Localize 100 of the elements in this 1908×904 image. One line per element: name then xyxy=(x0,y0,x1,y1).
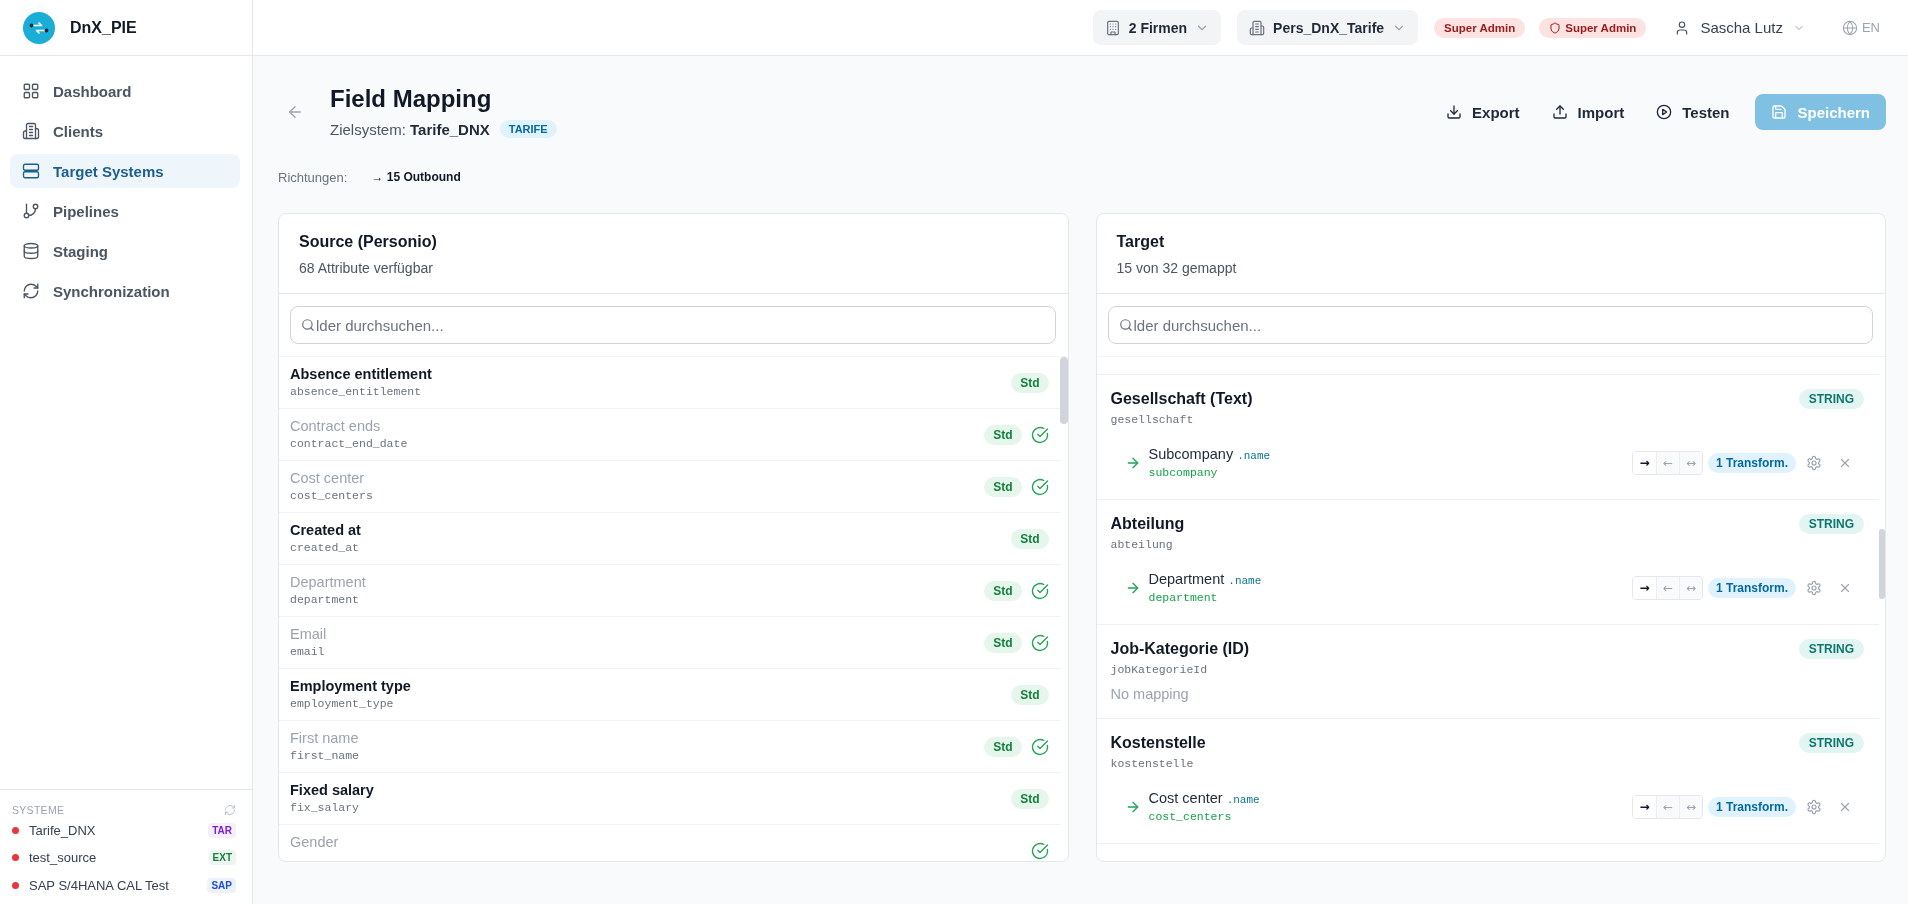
transform-tag[interactable]: 1 Transform. xyxy=(1707,797,1796,817)
type-tag: Std xyxy=(984,425,1022,445)
close-icon[interactable] xyxy=(1838,800,1852,814)
scrollbar-thumb[interactable] xyxy=(1879,529,1885,599)
system-type-tag: TARIFE xyxy=(499,120,557,138)
source-field-key: cost_centers xyxy=(1148,809,1260,825)
directions-count: → 15 Outbound xyxy=(371,170,461,184)
transform-tag[interactable]: 1 Transform. xyxy=(1707,578,1796,598)
system-name[interactable]: Tarife_DNX xyxy=(29,822,96,838)
type-tag: Std xyxy=(1011,789,1049,809)
field-key: email xyxy=(290,644,327,660)
close-icon[interactable] xyxy=(1838,581,1852,595)
branch-icon xyxy=(22,202,40,220)
building-icon xyxy=(1104,19,1121,36)
search-icon xyxy=(1118,318,1133,332)
role-badge: Super Admin xyxy=(1434,17,1526,38)
settings-icon[interactable] xyxy=(1806,580,1822,596)
search-field[interactable]: lder durchsuchen... xyxy=(1107,306,1873,344)
panel-subtitle: 15 von 32 gemappt xyxy=(1116,259,1238,278)
check-circle-icon xyxy=(1030,634,1049,652)
database-icon xyxy=(22,242,40,260)
type-tag: Std xyxy=(1011,685,1049,705)
field-key: fix_salary xyxy=(290,800,374,816)
source-field-key: department xyxy=(1148,590,1262,606)
save-icon xyxy=(1771,104,1788,120)
field-key: department xyxy=(290,592,366,608)
grid-icon xyxy=(22,82,40,100)
search-field[interactable]: lder durchsuchen... xyxy=(290,306,1056,344)
field-name[interactable]: Absence entitlement xyxy=(290,365,432,383)
nav-item[interactable]: Staging xyxy=(10,234,240,268)
field-key: created_at xyxy=(290,540,361,556)
action-button[interactable]: Testen xyxy=(1642,94,1744,130)
system-tag: TAR xyxy=(208,822,236,838)
target-system-label: Zielsystem: Tarife_DNX xyxy=(330,120,490,138)
refresh-icon[interactable] xyxy=(224,804,236,816)
target-field-name: Kostenstelle xyxy=(1110,733,1206,753)
field-key: cost_centers xyxy=(290,488,373,504)
field-key: gesellschaft xyxy=(1110,412,1253,428)
company-picker[interactable]: 2 Firmen xyxy=(1092,10,1222,45)
settings-icon[interactable] xyxy=(1806,455,1822,471)
check-circle-icon xyxy=(1030,842,1049,860)
search-icon xyxy=(301,318,315,332)
back-button[interactable] xyxy=(286,103,304,121)
close-icon[interactable] xyxy=(1838,456,1852,470)
system-name[interactable]: SAP S/4HANA CAL Test xyxy=(29,877,169,893)
target-field-name: Gesellschaft (Text) xyxy=(1110,389,1253,409)
nav-item[interactable]: Dashboard xyxy=(10,74,240,108)
field-name[interactable]: Employment type xyxy=(290,677,411,695)
field-key: first_name xyxy=(290,748,359,764)
user-menu[interactable]: Sascha Lutz xyxy=(1674,19,1805,36)
type-tag: STRING xyxy=(1798,733,1864,753)
field-key: abteilung xyxy=(1110,537,1185,553)
field-key: kostenstelle xyxy=(1110,756,1206,772)
nav-item[interactable]: Target Systems xyxy=(10,154,240,188)
type-tag: Std xyxy=(984,737,1022,757)
source-field-name: Subcompany .name xyxy=(1148,445,1271,464)
type-tag: STRING xyxy=(1798,639,1864,659)
type-tag: Std xyxy=(984,477,1022,497)
directions-label: Richtungen: xyxy=(278,169,348,185)
nav-item[interactable]: Synchronization xyxy=(10,274,240,308)
check-circle-icon xyxy=(1030,478,1049,496)
server-icon xyxy=(22,162,40,180)
type-tag: STRING xyxy=(1798,514,1864,534)
download-icon xyxy=(1446,104,1463,120)
building-icon xyxy=(22,122,40,140)
type-tag: STRING xyxy=(1798,389,1864,409)
upload-icon xyxy=(1551,104,1568,120)
field-name[interactable]: Fixed salary xyxy=(290,781,374,799)
action-button[interactable]: Export xyxy=(1432,94,1534,130)
action-button[interactable]: Import xyxy=(1537,94,1639,130)
field-key: contract_end_date xyxy=(290,436,408,452)
panel-subtitle: 68 Attribute verfügbar xyxy=(299,259,434,278)
play-icon xyxy=(1656,104,1673,120)
check-circle-icon xyxy=(1030,582,1049,600)
source-field-key: subcompany xyxy=(1148,465,1271,481)
source-field-name: Cost center .name xyxy=(1148,789,1260,808)
check-circle-icon xyxy=(1030,738,1049,756)
globe-icon xyxy=(1841,19,1858,36)
app-name: DnX_PIE xyxy=(70,18,137,37)
role-label: Super Admin xyxy=(1565,21,1637,34)
field-key: absence_entitlement xyxy=(290,384,432,400)
section-title: SYSTEME xyxy=(12,804,65,816)
check-circle-icon xyxy=(1030,426,1049,444)
target-field-name: Abteilung xyxy=(1110,514,1185,534)
field-key: jobKategorieId xyxy=(1110,662,1250,678)
building-icon xyxy=(1249,19,1266,36)
settings-icon[interactable] xyxy=(1806,799,1822,815)
scrollbar-thumb[interactable] xyxy=(1059,357,1068,424)
tenant-picker[interactable]: Pers_DnX_Tarife xyxy=(1237,10,1419,45)
field-name[interactable]: Created at xyxy=(290,521,361,539)
nav-item[interactable]: Pipelines xyxy=(10,194,240,228)
system-name[interactable]: test_source xyxy=(29,850,97,866)
page-title: Field Mapping xyxy=(330,84,493,114)
transform-tag[interactable]: 1 Transform. xyxy=(1707,453,1796,473)
logo-icon xyxy=(23,11,55,44)
panel-title: Target xyxy=(1116,232,1166,252)
type-tag: Std xyxy=(984,581,1022,601)
shield-icon xyxy=(1549,21,1562,34)
nav-item[interactable]: Clients xyxy=(10,114,240,148)
type-tag: Std xyxy=(1011,529,1049,549)
